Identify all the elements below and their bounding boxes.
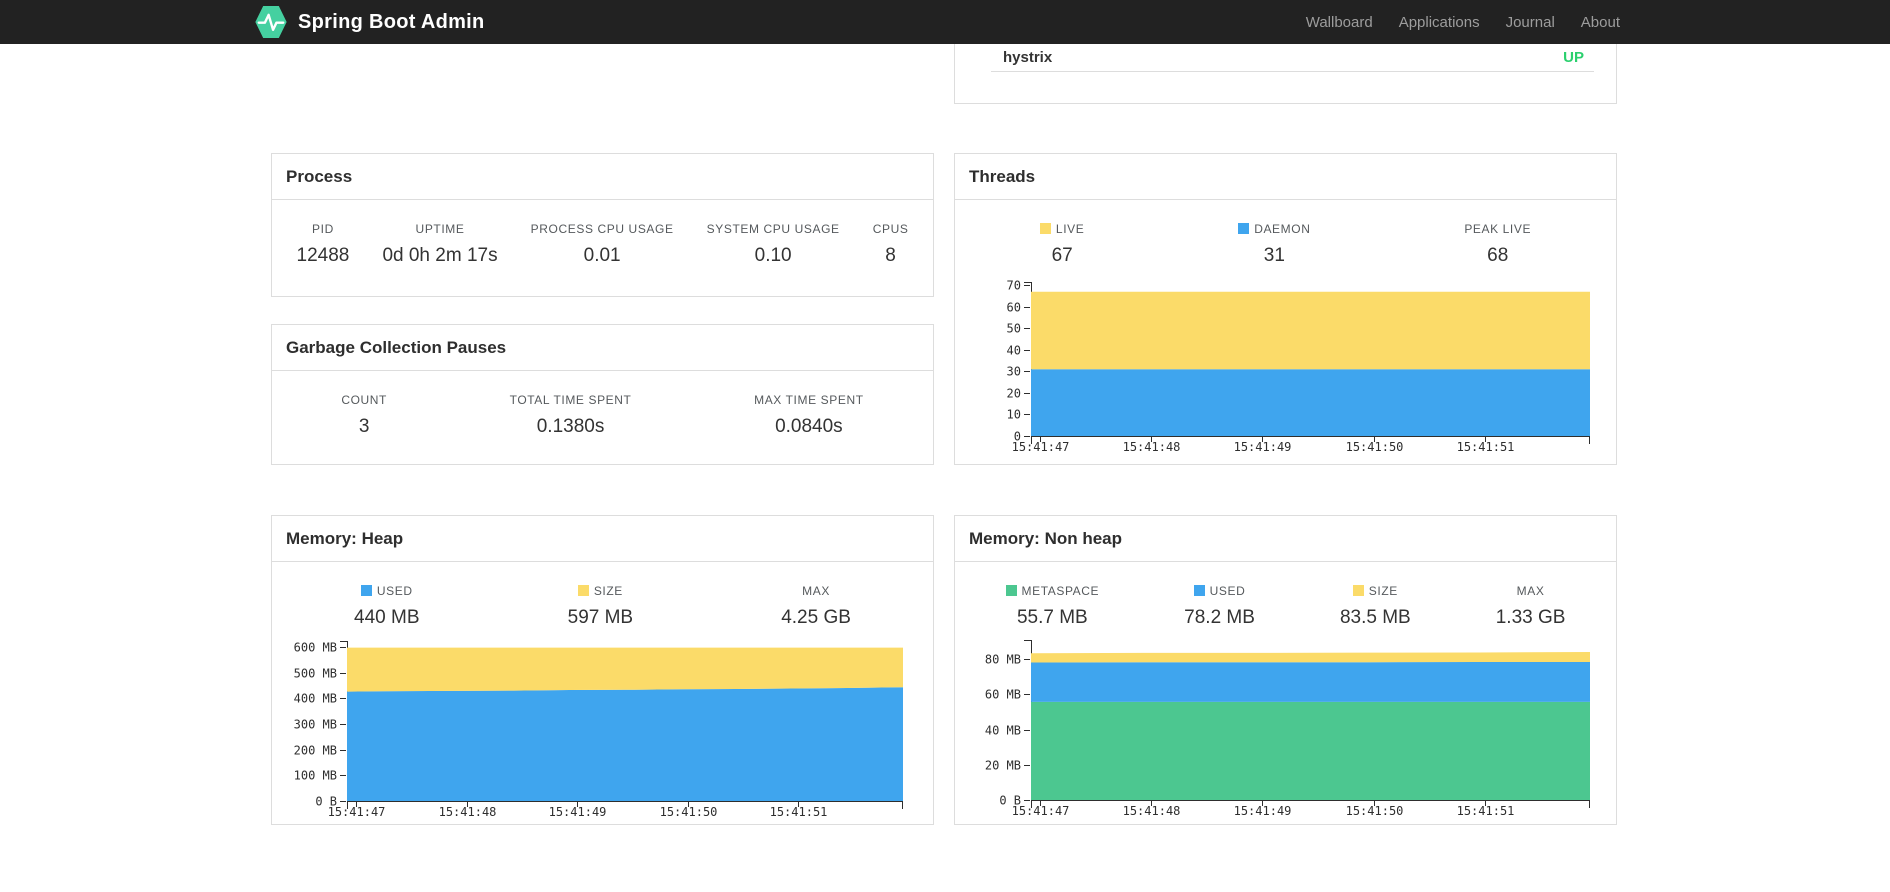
svg-text:15:41:49: 15:41:49 — [1234, 440, 1292, 454]
nonheap-chart: 0 B20 MB40 MB60 MB80 MB15:41:47 15:41:48 1… — [985, 640, 1590, 818]
svg-text:60 MB: 60 MB — [985, 688, 1021, 702]
heap-panel-heading: Memory: Heap — [272, 516, 933, 562]
metric-cpus: CPUS 8 — [872, 222, 909, 266]
gc-panel-heading: Garbage Collection Pauses — [272, 325, 933, 371]
svg-text:400 MB: 400 MB — [294, 692, 337, 706]
svg-text:15:41:51: 15:41:51 — [1457, 440, 1515, 454]
heap-legend: USED 440 MB SIZE 597 MB MAX 4.25 GB — [272, 562, 933, 629]
metric-nonheap-max: MAX 1.33 GB — [1495, 584, 1566, 628]
svg-text:600 MB: 600 MB — [294, 641, 337, 655]
nav-menu: Wallboard Applications Journal About — [1293, 0, 1620, 44]
nonheap-panel-heading: Memory: Non heap — [955, 516, 1616, 562]
svg-text:15:41:50: 15:41:50 — [1346, 804, 1404, 818]
nonheap-panel-title: Memory: Non heap — [969, 528, 1123, 548]
live-legend-swatch — [1039, 223, 1051, 234]
metric-heap-size: SIZE 597 MB — [567, 584, 634, 628]
metric-gc-max-time: MAX TIME SPENT 0.0840s — [754, 393, 864, 437]
svg-text:15:41:48: 15:41:48 — [1123, 804, 1181, 818]
metric-gc-count: COUNT 3 — [341, 393, 387, 437]
process-panel-heading: Process — [272, 154, 933, 200]
svg-text:10: 10 — [1007, 408, 1021, 422]
svg-text:15:41:51: 15:41:51 — [1457, 804, 1515, 818]
nav-item-about[interactable]: About — [1568, 14, 1620, 31]
svg-text:15:41:48: 15:41:48 — [1123, 440, 1181, 454]
svg-text:15:41:49: 15:41:49 — [1234, 804, 1292, 818]
svg-text:30: 30 — [1007, 365, 1021, 379]
nonheap-legend: METASPACE 55.7 MB USED 78.2 MB SIZE 83.5… — [955, 562, 1616, 629]
metric-system-cpu-usage: SYSTEM CPU USAGE 0.10 — [706, 222, 840, 266]
metric-nonheap-size: SIZE 83.5 MB — [1339, 584, 1411, 628]
service-status-row: hystrix UP — [991, 44, 1594, 72]
svg-text:40 MB: 40 MB — [985, 724, 1021, 738]
service-status-panel: hystrix UP — [954, 44, 1617, 104]
used-legend-swatch — [360, 585, 372, 596]
svg-text:20: 20 — [1007, 387, 1021, 401]
svg-text:15:41:47: 15:41:47 — [1012, 440, 1070, 454]
svg-text:300 MB: 300 MB — [294, 718, 337, 732]
svg-text:15:41:48: 15:41:48 — [439, 805, 497, 819]
memory-heap-panel: Memory: Heap USED 440 MB SIZE 597 MB MAX… — [271, 515, 934, 825]
svg-text:50: 50 — [1007, 322, 1021, 336]
size-legend-swatch — [1352, 585, 1364, 596]
threads-chart: 01020304050607015:41:47 15:41:48 15:41:49 1… — [1007, 279, 1590, 454]
svg-text:70: 70 — [1007, 279, 1021, 293]
svg-text:15:41:47: 15:41:47 — [328, 805, 386, 819]
size-legend-swatch — [577, 585, 589, 596]
svg-text:80 MB: 80 MB — [985, 653, 1021, 667]
svg-text:15:41:49: 15:41:49 — [549, 805, 607, 819]
svg-text:20 MB: 20 MB — [985, 759, 1021, 773]
brand-link[interactable]: Spring Boot Admin — [254, 0, 485, 44]
nav-item-journal[interactable]: Journal — [1493, 14, 1568, 31]
threads-panel: Threads LIVE 67 DAEMON 31 PEAK LIVE 68 0… — [954, 153, 1617, 465]
svg-text:40: 40 — [1007, 344, 1021, 358]
svg-text:200 MB: 200 MB — [294, 744, 337, 758]
svg-text:15:41:50: 15:41:50 — [1346, 440, 1404, 454]
metric-threads-live: LIVE 67 — [1039, 222, 1084, 267]
status-badge: UP — [1563, 49, 1584, 66]
metric-uptime: UPTIME 0d 0h 2m 17s — [382, 222, 498, 266]
metric-nonheap-used: USED 78.2 MB — [1184, 584, 1255, 628]
svg-text:60: 60 — [1007, 301, 1021, 315]
svg-text:100 MB: 100 MB — [294, 769, 337, 783]
threads-panel-heading: Threads — [955, 154, 1616, 200]
threads-legend: LIVE 67 DAEMON 31 PEAK LIVE 68 — [955, 200, 1616, 267]
svg-text:500 MB: 500 MB — [294, 667, 337, 681]
metric-heap-used: USED 440 MB — [354, 584, 420, 628]
svg-text:15:41:51: 15:41:51 — [770, 805, 828, 819]
brand-title: Spring Boot Admin — [298, 10, 485, 33]
metric-heap-max: MAX 4.25 GB — [781, 584, 851, 628]
daemon-legend-swatch — [1238, 223, 1250, 234]
heap-panel-title: Memory: Heap — [286, 528, 404, 548]
gc-pauses-panel: Garbage Collection Pauses COUNT 3 TOTAL … — [271, 324, 934, 465]
memory-nonheap-panel: Memory: Non heap METASPACE 55.7 MB USED … — [954, 515, 1617, 825]
gc-panel-title: Garbage Collection Pauses — [286, 337, 507, 357]
navbar: Spring Boot Admin Wallboard Applications… — [0, 0, 1890, 44]
metric-nonheap-metaspace: METASPACE 55.7 MB — [1005, 584, 1100, 629]
nav-item-wallboard[interactable]: Wallboard — [1293, 14, 1386, 31]
spring-boot-admin-logo-icon — [255, 6, 287, 38]
process-panel: Process PID 12488 UPTIME 0d 0h 2m 17s PR… — [271, 153, 934, 297]
gc-metrics: COUNT 3 TOTAL TIME SPENT 0.1380s MAX TIM… — [272, 371, 933, 438]
heap-chart: 0 B100 MB200 MB300 MB400 MB500 MB600 MB1… — [294, 641, 903, 819]
metric-pid: PID 12488 — [296, 222, 350, 266]
metric-threads-daemon: DAEMON 31 — [1238, 222, 1310, 267]
process-panel-title: Process — [286, 166, 353, 186]
svg-text:15:41:47: 15:41:47 — [1012, 804, 1070, 818]
metric-gc-total-time: TOTAL TIME SPENT 0.1380s — [509, 393, 632, 437]
metric-threads-peak-live: PEAK LIVE 68 — [1464, 222, 1532, 266]
service-name: hystrix — [1003, 49, 1053, 66]
metric-process-cpu-usage: PROCESS CPU USAGE 0.01 — [530, 222, 674, 266]
svg-text:15:41:50: 15:41:50 — [660, 805, 718, 819]
nav-item-applications[interactable]: Applications — [1386, 14, 1493, 31]
process-metrics: PID 12488 UPTIME 0d 0h 2m 17s PROCESS CP… — [272, 200, 933, 267]
threads-panel-title: Threads — [969, 166, 1036, 186]
metaspace-legend-swatch — [1005, 585, 1017, 596]
used-legend-swatch — [1193, 585, 1205, 596]
